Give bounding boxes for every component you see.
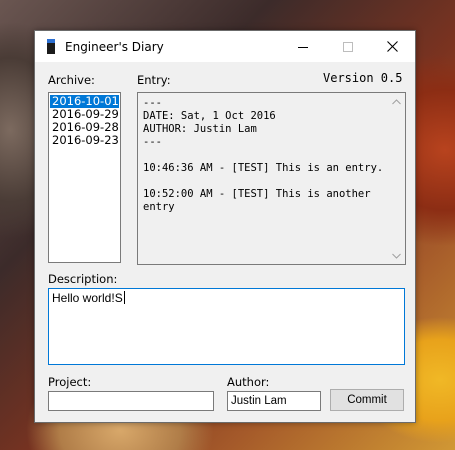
chevron-down-icon [392,253,401,259]
project-field[interactable] [48,391,214,411]
window-title: Engineer's Diary [65,40,164,54]
text-caret [123,291,125,304]
entry-text: --- DATE: Sat, 1 Oct 2016 AUTHOR: Justin… [143,97,384,213]
description-input[interactable]: Hello world!S [48,288,405,365]
archive-item[interactable]: 2016-09-23 [50,134,119,147]
description-label: Description: [48,272,118,286]
minimize-icon [297,46,308,48]
archive-list[interactable]: 2016-10-01 2016-09-29 2016-09-28 2016-09… [48,92,121,263]
entry-label: Entry: [137,73,171,87]
title-bar[interactable]: Engineer's Diary [35,31,415,62]
author-field[interactable]: Justin Lam [227,391,321,411]
entry-scrollbar[interactable] [388,93,405,264]
close-icon [387,41,398,52]
author-value: Justin Lam [231,395,287,407]
commit-button[interactable]: Commit [330,389,404,411]
project-label: Project: [48,375,92,389]
chevron-up-icon [392,98,401,104]
minimize-button[interactable] [280,31,325,62]
diary-book-icon [47,39,55,54]
description-value: Hello world!S [52,291,123,305]
entry-viewer[interactable]: --- DATE: Sat, 1 Oct 2016 AUTHOR: Justin… [137,92,406,265]
archive-label: Archive: [48,73,95,87]
version-label: Version 0.5 [323,71,403,85]
close-button[interactable] [370,31,415,62]
scroll-up-button[interactable] [388,93,405,110]
scroll-down-button[interactable] [388,247,405,264]
author-label: Author: [227,375,270,389]
maximize-button[interactable] [325,31,370,62]
maximize-icon [342,41,353,52]
app-window: Engineer's Diary Archive: Entry: Version… [34,30,416,423]
